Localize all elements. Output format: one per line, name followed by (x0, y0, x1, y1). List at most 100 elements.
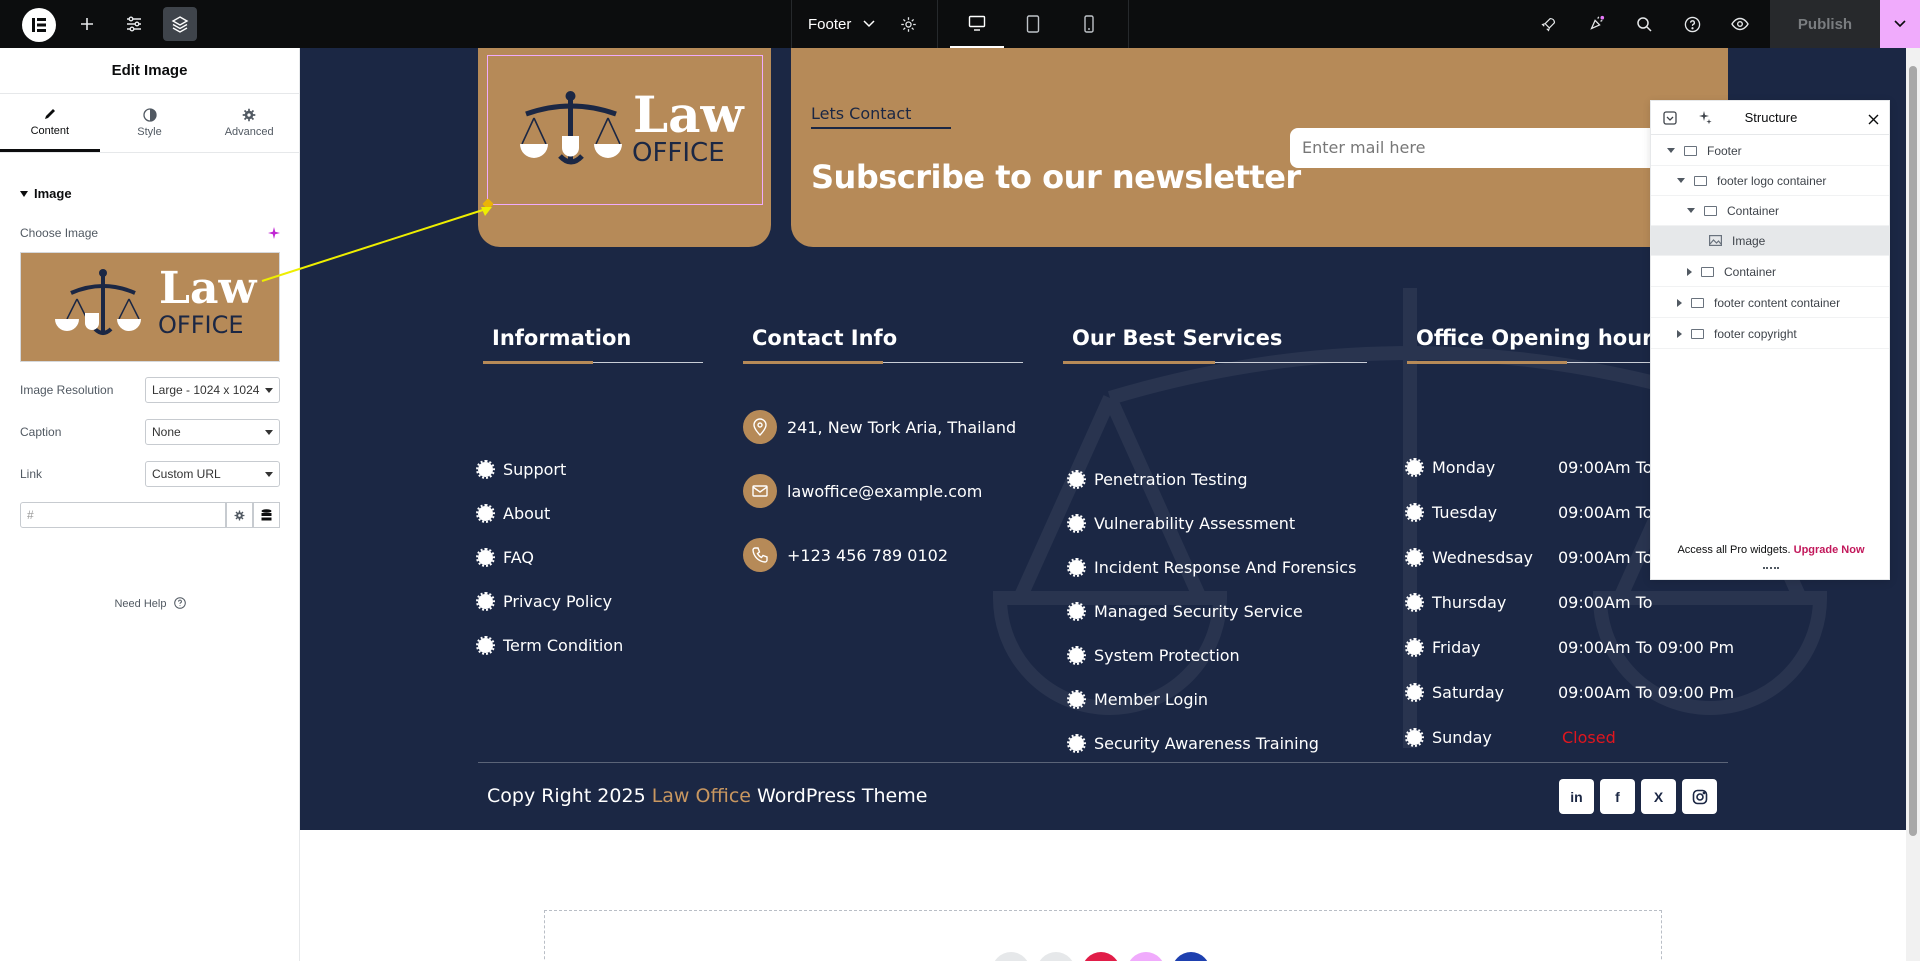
contact-address: 241, New Tork Aria, Thailand (743, 410, 1016, 444)
contact-email[interactable]: lawoffice@example.com (743, 474, 982, 508)
link-options-gear-icon[interactable] (226, 502, 253, 528)
tree-row-image[interactable]: Image (1651, 226, 1889, 256)
hours-day: Saturday (1405, 683, 1504, 702)
information-underline (483, 361, 703, 364)
tab-advanced[interactable]: Advanced (199, 94, 299, 152)
tab-style[interactable]: Style (100, 94, 200, 152)
site-settings-icon[interactable] (119, 0, 149, 48)
image-resolution-select[interactable]: Large - 1024 x 1024 (145, 377, 280, 403)
copyright-brand-link[interactable]: Law Office (652, 785, 751, 807)
service-label: Penetration Testing (1094, 470, 1248, 489)
service-item[interactable]: Managed Security Service (1067, 602, 1303, 621)
newsletter-eyebrow: Lets Contact (811, 104, 912, 123)
bullet-icon (1405, 683, 1424, 702)
page-settings-gear-icon[interactable] (893, 0, 923, 48)
publish-button[interactable]: Publish (1770, 0, 1880, 48)
structure-navigator: Structure Footer footer logo container C… (1650, 100, 1890, 580)
add-element-icon[interactable] (72, 0, 102, 48)
service-item[interactable]: System Protection (1067, 646, 1240, 665)
hours-time: 09:00Am To (1558, 458, 1653, 477)
service-item[interactable]: Security Awareness Training (1067, 734, 1319, 753)
help-icon[interactable] (1677, 0, 1707, 48)
contact-phone[interactable]: +123 456 789 0102 (743, 538, 948, 572)
document-title-dropdown[interactable]: Footer (808, 0, 875, 48)
service-item[interactable]: Vulnerability Assessment (1067, 514, 1295, 533)
container-icon (1684, 145, 1697, 156)
info-link-faq[interactable]: FAQ (476, 548, 534, 567)
container-icon (1694, 175, 1707, 186)
section-toggle-image[interactable]: Image (20, 186, 72, 201)
service-item[interactable]: Penetration Testing (1067, 470, 1248, 489)
tab-content[interactable]: Content (0, 94, 100, 152)
tab-advanced-label: Advanced (224, 126, 274, 138)
whats-new-icon[interactable] (1581, 0, 1611, 48)
bullet-icon (1405, 728, 1424, 747)
tree-row-label: Container (1724, 264, 1777, 279)
tree-row-footer[interactable]: Footer (1651, 136, 1889, 166)
copyright-prefix: Copy Right 2025 (487, 785, 652, 807)
rocket-icon[interactable] (1533, 0, 1563, 48)
contrast-icon (142, 108, 157, 122)
tree-row-footer-copyright[interactable]: footer copyright (1651, 319, 1889, 349)
service-item[interactable]: Member Login (1067, 690, 1208, 709)
bullet-icon (476, 504, 495, 523)
instagram-icon[interactable] (1682, 779, 1717, 814)
logo-word-office: OFFICE (158, 311, 244, 339)
dynamic-tags-database-icon[interactable] (253, 502, 280, 528)
hours-time: 09:00Am To (1558, 503, 1653, 522)
publish-options-chevron-icon[interactable] (1880, 0, 1920, 48)
bullet-icon (1405, 593, 1424, 612)
image-preview-thumbnail[interactable]: Law OFFICE (20, 252, 280, 362)
mail-icon (743, 474, 777, 508)
search-icon[interactable] (1629, 0, 1659, 48)
scrollbar-thumb[interactable] (1909, 66, 1917, 836)
info-link-about[interactable]: About (476, 504, 550, 523)
bullet-icon (1067, 514, 1086, 533)
close-icon[interactable] (1868, 112, 1879, 130)
image-resolution-label: Image Resolution (20, 383, 114, 397)
panel-title: Edit Image (0, 48, 299, 94)
desktop-device-icon[interactable] (950, 0, 1004, 48)
service-item[interactable]: Incident Response And Forensics (1067, 558, 1356, 577)
tree-row-label: Container (1727, 203, 1780, 218)
info-link-privacy[interactable]: Privacy Policy (476, 592, 613, 611)
contact-heading: Contact Info (752, 326, 898, 350)
tablet-device-icon[interactable] (1006, 0, 1060, 48)
day-label: Tuesday (1432, 503, 1498, 522)
tree-row-container[interactable]: Container (1651, 196, 1889, 226)
tree-row-footer-content-container[interactable]: footer content container (1651, 288, 1889, 318)
tree-row-footer-logo-container[interactable]: footer logo container (1651, 166, 1889, 196)
bullet-icon (1067, 558, 1086, 577)
tree-row-container[interactable]: Container (1651, 257, 1889, 287)
elementor-logo-icon[interactable] (22, 8, 56, 42)
need-help-link[interactable]: Need Help (0, 597, 300, 610)
newsletter-title: Subscribe to our newsletter (811, 158, 1301, 196)
facebook-icon[interactable]: f (1600, 779, 1635, 814)
tree-row-label: footer logo container (1717, 173, 1827, 188)
instagram-glyph (1692, 789, 1707, 804)
contact-underline (743, 361, 1023, 364)
canvas-scrollbar[interactable] (1906, 48, 1920, 961)
info-link-label: Privacy Policy (503, 592, 613, 611)
newsletter-email-input[interactable]: Enter mail here (1290, 128, 1670, 168)
info-link-label: FAQ (503, 548, 534, 567)
logo-word-law: Law (159, 263, 257, 314)
map-pin-icon (743, 410, 777, 444)
copyright-suffix: WordPress Theme (750, 785, 928, 807)
url-input[interactable]: # (20, 502, 226, 528)
linkedin-icon[interactable]: in (1559, 779, 1594, 814)
bullet-icon (1067, 734, 1086, 753)
preview-eye-icon[interactable] (1725, 0, 1755, 48)
link-value: Custom URL (152, 467, 221, 481)
upgrade-now-link[interactable]: Upgrade Now (1794, 544, 1865, 556)
x-twitter-icon[interactable]: X (1641, 779, 1676, 814)
info-link-terms[interactable]: Term Condition (476, 636, 623, 655)
link-select[interactable]: Custom URL (145, 461, 280, 487)
selected-image-outline[interactable] (487, 55, 763, 205)
resize-handle[interactable] (1763, 567, 1779, 570)
structure-layers-icon[interactable] (163, 7, 197, 41)
caption-select[interactable]: None (145, 419, 280, 445)
info-link-support[interactable]: Support (476, 460, 566, 479)
mobile-device-icon[interactable] (1062, 0, 1116, 48)
hours-day: Tuesday (1405, 503, 1498, 522)
